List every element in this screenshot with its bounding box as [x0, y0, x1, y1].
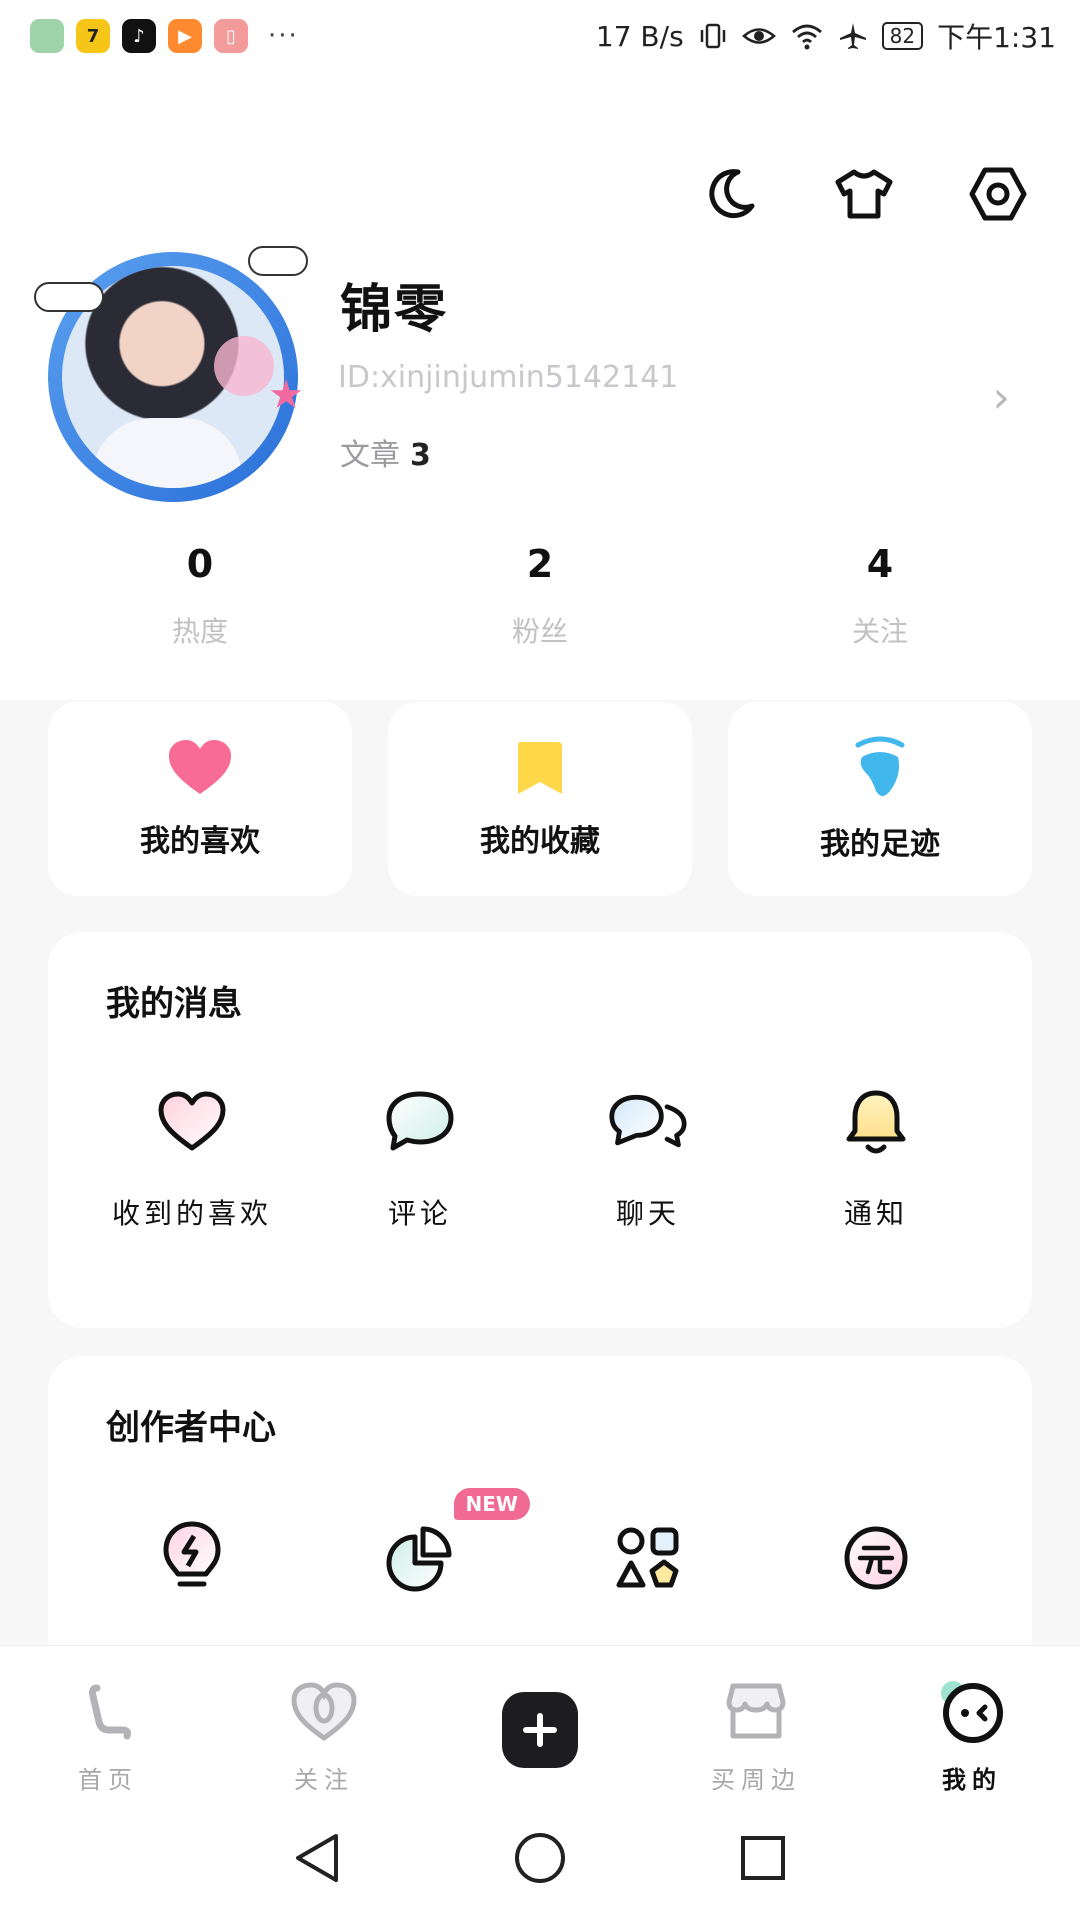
user-id: ID:xinjinjumin5142141 [338, 360, 679, 395]
vibrate-icon [700, 23, 725, 49]
card-label: 我的喜欢 [140, 824, 260, 859]
avatar-decoration [92, 418, 242, 488]
status-bar: 7 ♪ ▶ ▯ ··· 17 B/s 82 下午1:31 [0, 0, 1080, 72]
back-icon[interactable] [292, 1830, 342, 1886]
creator-grid: NEW [48, 1488, 1032, 1598]
quick-cards: 我的喜欢 我的收藏 我的足迹 [48, 702, 1032, 896]
bookmark-icon [518, 742, 562, 794]
me-face-icon [937, 1678, 1007, 1746]
yuan-icon [836, 1518, 916, 1598]
recents-square-icon[interactable] [738, 1833, 788, 1883]
footprint-icon [855, 736, 905, 796]
new-badge: NEW [453, 1488, 530, 1520]
tiktok-app-icon: ♪ [122, 19, 156, 53]
messages-grid: 收到的喜欢 评论 聊天 通知 [48, 1082, 1032, 1232]
stat-following[interactable]: 4 关注 [710, 542, 1050, 650]
system-status: 17 B/s 82 下午1:31 [596, 16, 1056, 56]
item-label: 通知 [843, 1197, 908, 1230]
my-favorites-card[interactable]: 我的收藏 [388, 702, 692, 896]
battery-level: 82 [881, 22, 924, 50]
item-label: 评论 [387, 1197, 452, 1230]
stat-label: 关注 [851, 615, 908, 648]
seven-app-icon: 7 [76, 19, 110, 53]
home-circle-icon[interactable] [512, 1830, 568, 1886]
nav-home[interactable]: 首页 [0, 1646, 216, 1795]
eye-icon [741, 28, 776, 44]
stat-value: 2 [526, 542, 554, 586]
heart-icon [169, 740, 231, 794]
item-label: 聊天 [615, 1197, 680, 1230]
book-app-icon: ▯ [214, 19, 248, 53]
creator-item[interactable]: NEW [306, 1488, 534, 1598]
profile-header: ★ 锦零 ID:xinjinjumin5142141 文章 3 › 0 热度 2 … [0, 72, 1080, 700]
chevron-right-icon[interactable]: › [992, 372, 1010, 423]
wifi-icon [791, 24, 822, 50]
bell-icon [836, 1082, 916, 1162]
stat-value: 4 [866, 542, 894, 586]
stat-label: 粉丝 [511, 615, 568, 648]
home-icon [73, 1678, 143, 1746]
notifications-item[interactable]: 通知 [762, 1082, 990, 1232]
night-mode-icon[interactable] [698, 162, 762, 226]
section-title: 我的消息 [106, 984, 242, 1024]
nav-label: 首页 [78, 1766, 138, 1794]
stat-value: 0 [186, 542, 214, 586]
stat-label: 热度 [171, 615, 228, 648]
nav-label: 我的 [942, 1766, 1002, 1794]
creator-item[interactable] [762, 1518, 990, 1598]
messages-card: 我的消息 收到的喜欢 评论 聊天 通知 [48, 932, 1032, 1328]
creator-item[interactable] [78, 1518, 306, 1598]
nav-label: 买周边 [711, 1766, 801, 1794]
shapes-icon [608, 1518, 688, 1598]
net-speed: 17 B/s [595, 19, 684, 53]
comments-item[interactable]: 评论 [306, 1082, 534, 1232]
creator-item[interactable] [534, 1518, 762, 1598]
pie-chart-icon: NEW [380, 1488, 530, 1598]
settings-hex-icon[interactable] [966, 162, 1030, 226]
bottom-navigation: 首页 关注 买周边 我的 [0, 1645, 1080, 1795]
stats-row: 0 热度 2 粉丝 4 关注 [0, 542, 1080, 650]
nav-follow[interactable]: 关注 [216, 1646, 432, 1795]
nav-label: 关注 [294, 1766, 354, 1794]
theme-shirt-icon[interactable] [832, 162, 896, 226]
chat-icon [608, 1082, 688, 1162]
received-likes-item[interactable]: 收到的喜欢 [78, 1082, 306, 1232]
item-label: 收到的喜欢 [111, 1197, 272, 1230]
avatar[interactable]: ★ [34, 246, 308, 502]
cloud-decoration [34, 282, 104, 312]
card-label: 我的足迹 [820, 827, 940, 862]
notification-icons: 7 ♪ ▶ ▯ ··· [30, 19, 299, 53]
avatar-decoration [214, 336, 274, 396]
nav-create[interactable] [432, 1646, 648, 1795]
stat-heat[interactable]: 0 热度 [30, 542, 370, 650]
username: 锦零 [340, 280, 449, 340]
chat-item[interactable]: 聊天 [534, 1082, 762, 1232]
card-label: 我的收藏 [480, 824, 600, 859]
cloud-decoration [248, 246, 308, 276]
system-navigation [0, 1795, 1080, 1920]
nav-shop[interactable]: 买周边 [648, 1646, 864, 1795]
follow-heart-icon [289, 1678, 359, 1746]
section-title: 创作者中心 [106, 1408, 276, 1448]
my-likes-card[interactable]: 我的喜欢 [48, 702, 352, 896]
lightbulb-icon [152, 1518, 232, 1598]
star-decoration: ★ [268, 372, 304, 418]
stat-fans[interactable]: 2 粉丝 [370, 542, 710, 650]
clock: 下午1:31 [937, 21, 1056, 54]
airplane-icon [839, 23, 866, 49]
video-app-icon: ▶ [168, 19, 202, 53]
comment-icon [380, 1082, 460, 1162]
more-notifications: ··· [268, 21, 299, 51]
article-label: 文章 [340, 438, 400, 473]
heart-outline-icon [152, 1082, 232, 1162]
my-footprint-card[interactable]: 我的足迹 [728, 702, 1032, 896]
plus-icon [502, 1692, 578, 1768]
nav-me[interactable]: 我的 [864, 1646, 1080, 1795]
creator-center-card: 创作者中心 NEW [48, 1356, 1032, 1676]
shop-icon [721, 1678, 791, 1746]
header-actions [698, 162, 1030, 226]
article-number: 3 [410, 438, 431, 473]
article-count: 文章 3 [340, 430, 431, 474]
shield-app-icon [30, 19, 64, 53]
